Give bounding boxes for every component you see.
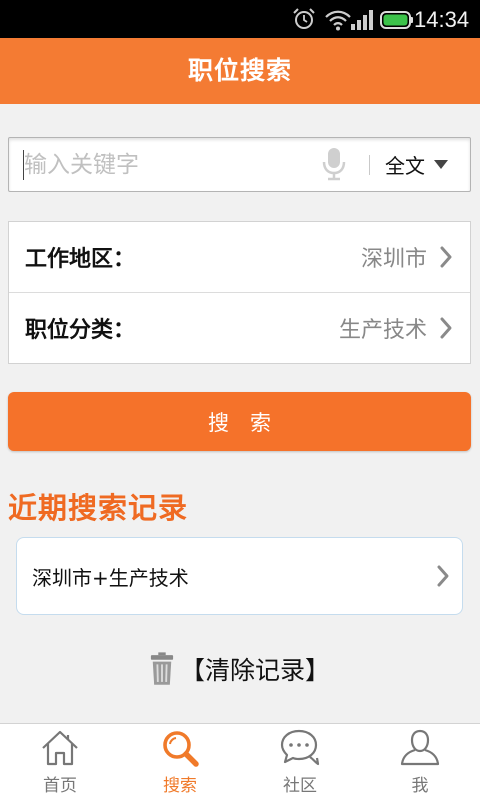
tab-label: 我 — [411, 776, 429, 796]
search-scope-value: 全文 — [385, 154, 425, 178]
recent-search-text: 深圳市+生产技术 — [32, 565, 189, 590]
tab-search[interactable]: 搜索 — [120, 724, 240, 800]
chevron-right-icon — [439, 316, 453, 340]
chat-bubbles-icon — [240, 728, 360, 770]
search-box: 全文 — [8, 137, 471, 192]
microphone-icon[interactable] — [322, 147, 346, 181]
filter-row-job-category[interactable]: 职位分类： 生产技术 — [9, 293, 470, 363]
tab-home[interactable]: 首页 — [0, 724, 120, 800]
filter-panel: 工作地区： 深圳市 职位分类： 生产技术 — [8, 221, 471, 364]
page-title: 职位搜索 — [187, 56, 292, 85]
filter-value: 生产技术 — [338, 318, 427, 343]
app-header: 职位搜索 — [0, 38, 480, 104]
bottom-tab-bar: 首页 搜索 社区 我 — [0, 723, 480, 800]
trash-icon — [150, 652, 174, 686]
status-bar: 14:34 — [0, 0, 480, 38]
dropdown-triangle-icon — [434, 159, 448, 170]
search-scope-dropdown[interactable]: 全文 — [385, 138, 465, 191]
alarm-icon — [292, 7, 316, 31]
tab-me[interactable]: 我 — [360, 724, 480, 800]
keyword-input[interactable] — [24, 138, 314, 191]
profile-icon — [360, 728, 480, 770]
chevron-right-icon — [439, 245, 453, 269]
home-icon — [0, 728, 120, 770]
signal-icon — [350, 10, 374, 30]
tab-label: 搜索 — [163, 776, 197, 796]
wifi-icon — [325, 9, 351, 31]
tab-label: 社区 — [283, 776, 317, 796]
clear-history-label: 【清除记录】 — [179, 656, 330, 685]
tab-label: 首页 — [43, 776, 77, 796]
filter-label: 工作地区： — [25, 247, 136, 272]
filter-label: 职位分类： — [25, 318, 136, 343]
search-icon — [120, 728, 240, 770]
status-time: 14:34 — [414, 7, 470, 32]
battery-icon — [380, 11, 414, 29]
search-button[interactable]: 搜 索 — [8, 392, 471, 451]
recent-searches-title: 近期搜索记录 — [8, 491, 189, 525]
filter-row-work-area[interactable]: 工作地区： 深圳市 — [9, 222, 470, 292]
clear-history-button[interactable]: 【清除记录】 — [0, 650, 480, 688]
scope-divider — [369, 155, 370, 175]
tab-community[interactable]: 社区 — [240, 724, 360, 800]
chevron-right-icon — [436, 564, 450, 588]
recent-search-item[interactable]: 深圳市+生产技术 — [16, 537, 463, 615]
filter-value: 深圳市 — [360, 247, 427, 272]
